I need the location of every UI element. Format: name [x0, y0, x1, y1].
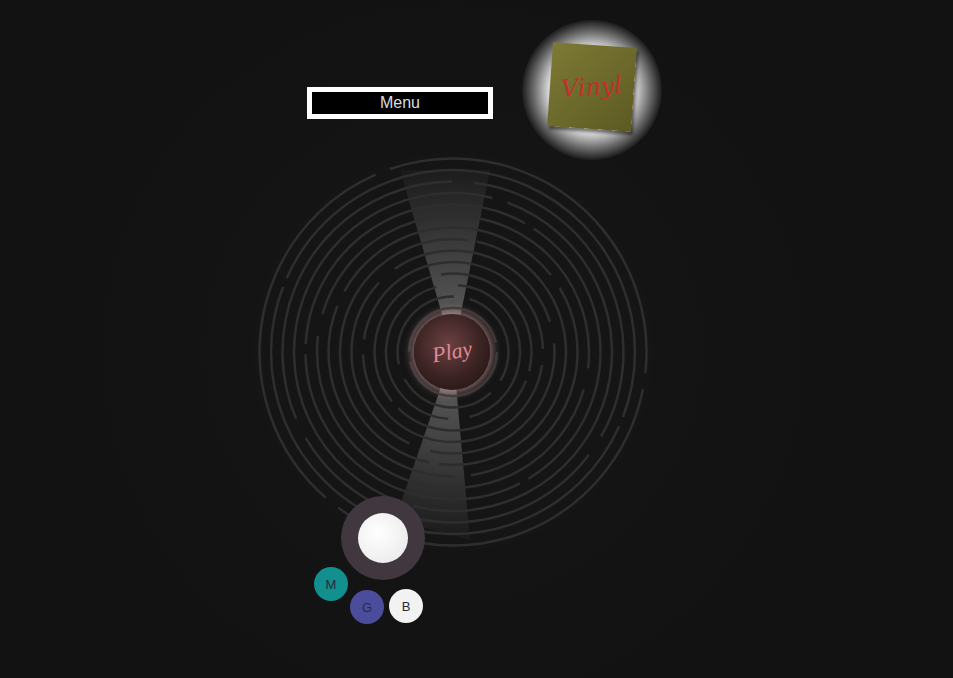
joystick[interactable]: [341, 496, 425, 580]
maze-ring: [343, 242, 564, 463]
action-button[interactable]: B: [389, 589, 423, 623]
maze-ring: [213, 112, 694, 593]
maze-ring: [312, 211, 595, 494]
vinyl-cover[interactable]: Vinyl: [547, 42, 637, 132]
maze-ring: [319, 218, 587, 486]
maze-ring: [207, 106, 699, 598]
maze-ring: [229, 128, 676, 575]
maze-ring: [249, 148, 657, 556]
maze-ring: [282, 181, 624, 523]
play-button[interactable]: Play: [414, 314, 490, 390]
maze-ring: [255, 154, 652, 551]
menu-button[interactable]: Menu: [307, 87, 493, 119]
maze-ring: [381, 280, 524, 423]
play-label: Play: [430, 336, 474, 369]
maze-ring: [285, 184, 621, 520]
maze-ring: [409, 308, 497, 396]
vinyl-label: Vinyl: [560, 71, 623, 103]
joystick-knob[interactable]: [358, 513, 408, 563]
game-screen: Menu Vinyl Play MGB: [0, 0, 953, 678]
action-button[interactable]: G: [350, 590, 384, 624]
action-button[interactable]: M: [314, 567, 348, 601]
